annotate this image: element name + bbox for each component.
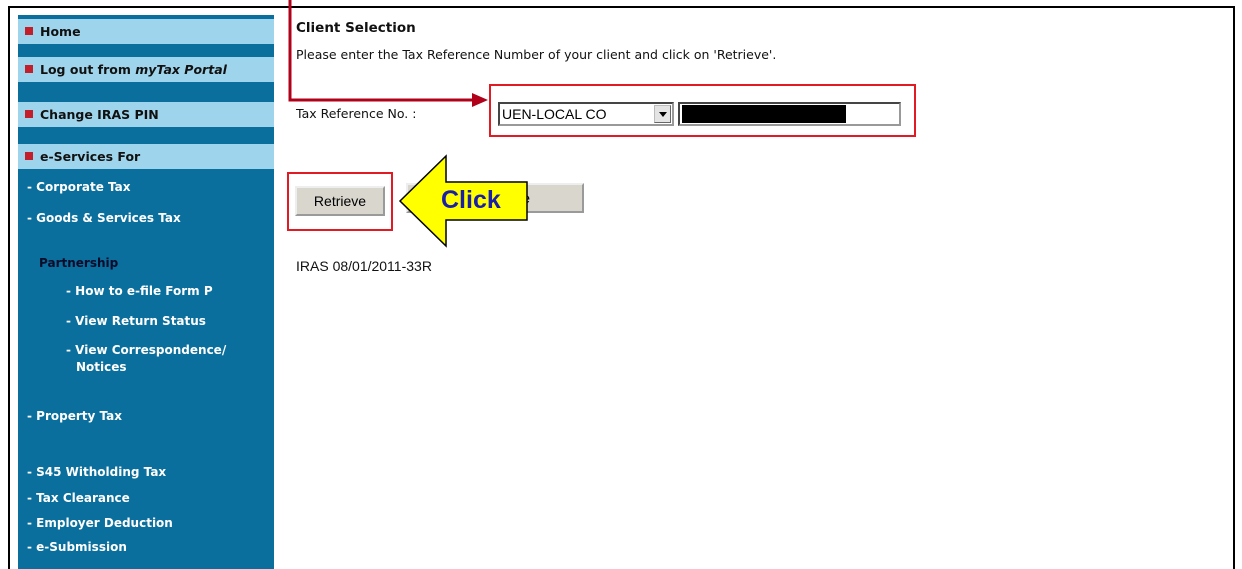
annotation-overlay — [288, 0, 528, 248]
connector-arrow-icon — [288, 0, 488, 107]
click-callout-label: Click — [441, 186, 501, 214]
